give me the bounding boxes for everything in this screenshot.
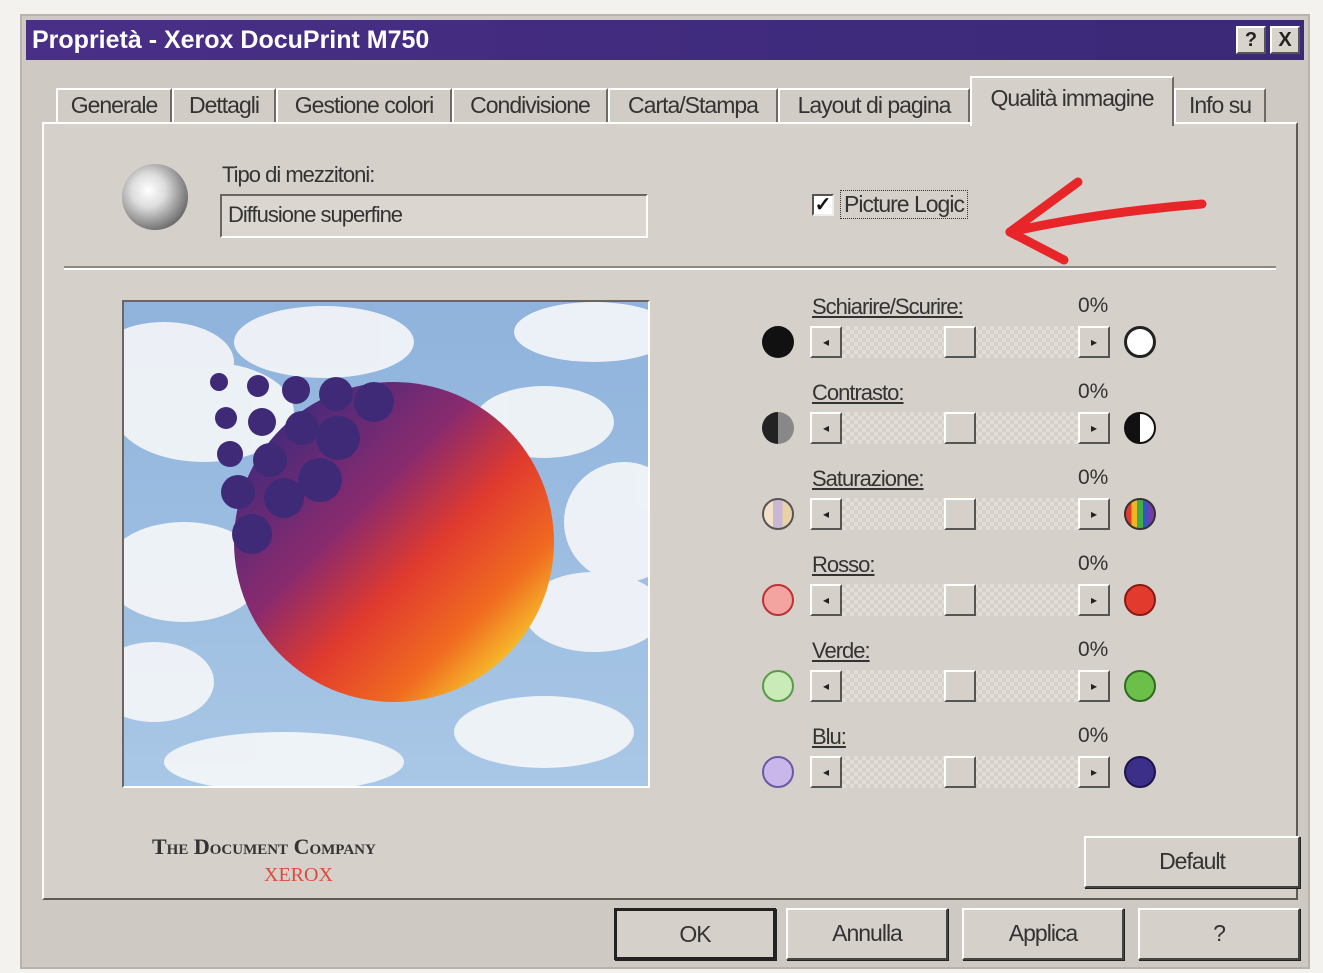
red-value: 0% <box>1078 552 1109 575</box>
annotation-arrow-icon <box>1005 177 1207 265</box>
title-bar[interactable]: Proprietà - Xerox DocuPrint M750 ? X <box>26 20 1304 60</box>
low-contrast-icon <box>762 412 794 444</box>
blue-value: 0% <box>1078 724 1109 747</box>
section-divider <box>64 266 1276 270</box>
image-quality-panel: Tipo di mezzitoni: Diffusione superfine … <box>42 122 1300 900</box>
tab-layout-pagina[interactable]: Layout di pagina <box>778 88 970 124</box>
halftone-type-field[interactable]: Diffusione superfine <box>220 194 648 238</box>
blue-icon <box>1124 756 1156 788</box>
ok-button[interactable]: OK <box>614 908 776 960</box>
low-saturation-icon <box>762 498 794 530</box>
help-title-button[interactable]: ? <box>1236 26 1266 54</box>
image-preview <box>122 300 650 788</box>
preview-image <box>124 302 648 786</box>
saturation-left-arrow[interactable]: ◂ <box>810 498 842 530</box>
close-title-button[interactable]: X <box>1270 26 1300 54</box>
green-thumb[interactable] <box>944 670 976 702</box>
tab-carta-stampa[interactable]: Carta/Stampa <box>608 88 778 124</box>
window-title: Proprietà - Xerox DocuPrint M750 <box>32 26 430 54</box>
brand-tagline: The Document Company <box>152 834 376 859</box>
cancel-button[interactable]: Annulla <box>786 908 948 960</box>
blue-right-arrow[interactable]: ▸ <box>1078 756 1110 788</box>
lighten-darken-left-arrow[interactable]: ◂ <box>810 326 842 358</box>
blue-thumb[interactable] <box>944 756 976 788</box>
green-icon <box>1124 670 1156 702</box>
black-dot-icon <box>762 326 794 358</box>
saturation-right-arrow[interactable]: ▸ <box>1078 498 1110 530</box>
tab-dettagli[interactable]: Dettagli <box>172 88 276 124</box>
halftone-type-label: Tipo di mezzitoni: <box>222 162 375 187</box>
red-thumb[interactable] <box>944 584 976 616</box>
apply-button[interactable]: Applica <box>962 908 1124 960</box>
white-dot-icon <box>1124 326 1156 358</box>
properties-dialog: Proprietà - Xerox DocuPrint M750 ? X Gen… <box>20 14 1310 969</box>
green-value: 0% <box>1078 638 1109 661</box>
red-right-arrow[interactable]: ▸ <box>1078 584 1110 616</box>
saturation-label: Saturazione: <box>812 466 925 491</box>
light-blue-icon <box>762 756 794 788</box>
green-label: Verde: <box>812 638 871 663</box>
red-label: Rosso: <box>812 552 875 577</box>
green-left-arrow[interactable]: ◂ <box>810 670 842 702</box>
high-saturation-icon <box>1124 498 1156 530</box>
lighten-darken-right-arrow[interactable]: ▸ <box>1078 326 1110 358</box>
lighten-darken-thumb[interactable] <box>944 326 976 358</box>
tab-generale[interactable]: Generale <box>56 88 172 124</box>
contrast-value: 0% <box>1078 380 1109 403</box>
blue-left-arrow[interactable]: ◂ <box>810 756 842 788</box>
lighten-darken-value: 0% <box>1078 294 1109 317</box>
default-button[interactable]: Default <box>1084 836 1300 888</box>
green-right-arrow[interactable]: ▸ <box>1078 670 1110 702</box>
blue-label: Blu: <box>812 724 847 749</box>
tab-qualita-immagine[interactable]: Qualità immagine <box>970 76 1174 126</box>
contrast-thumb[interactable] <box>944 412 976 444</box>
red-icon <box>1124 584 1156 616</box>
tab-gestione-colori[interactable]: Gestione colori <box>276 88 452 124</box>
light-green-icon <box>762 670 794 702</box>
picture-logic-checkbox[interactable]: ✓ <box>812 194 834 216</box>
picture-logic-label[interactable]: Picture Logic <box>840 190 968 219</box>
saturation-value: 0% <box>1078 466 1109 489</box>
tab-info-su[interactable]: Info su <box>1174 88 1266 124</box>
brand-xerox: XEROX <box>264 864 333 886</box>
help-button[interactable]: ? <box>1138 908 1300 960</box>
saturation-thumb[interactable] <box>944 498 976 530</box>
halftone-sphere-icon <box>122 164 188 230</box>
high-contrast-icon <box>1124 412 1156 444</box>
contrast-right-arrow[interactable]: ▸ <box>1078 412 1110 444</box>
tab-condivisione[interactable]: Condivisione <box>452 88 608 124</box>
lighten-darken-label: Schiarire/Scurire: <box>812 294 964 319</box>
contrast-label: Contrasto: <box>812 380 904 405</box>
red-left-arrow[interactable]: ◂ <box>810 584 842 616</box>
contrast-left-arrow[interactable]: ◂ <box>810 412 842 444</box>
light-red-icon <box>762 584 794 616</box>
